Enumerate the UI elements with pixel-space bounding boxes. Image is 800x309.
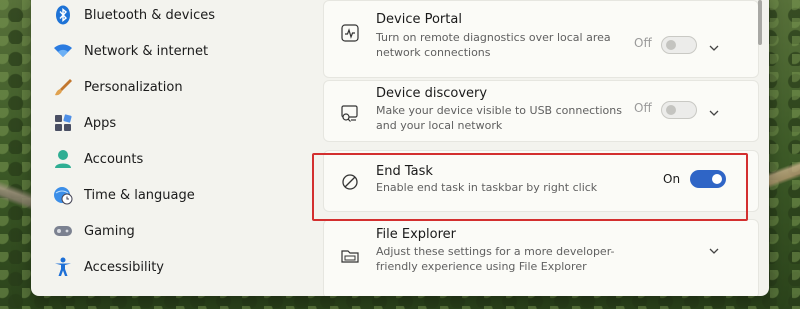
nav-item-personalization[interactable]: Personalization bbox=[48, 70, 318, 104]
setting-description: Enable end task in taskbar by right clic… bbox=[376, 181, 598, 194]
nav-item-label: Network & internet bbox=[84, 43, 209, 59]
device-portal-toggle[interactable] bbox=[661, 36, 697, 54]
nav-item-network-internet[interactable]: Network & internet bbox=[48, 34, 318, 68]
settings-window: Bluetooth & devices Network & internet P… bbox=[31, 0, 769, 296]
nav-item-label: Gaming bbox=[84, 223, 135, 239]
nav-item-apps[interactable]: Apps bbox=[48, 106, 318, 140]
nav-item-label: Bluetooth & devices bbox=[84, 7, 215, 23]
globe-clock-icon bbox=[52, 184, 74, 206]
settings-nav: Bluetooth & devices Network & internet P… bbox=[31, 0, 321, 296]
pulse-monitor-icon bbox=[340, 23, 362, 45]
nav-item-bluetooth-devices[interactable]: Bluetooth & devices bbox=[48, 0, 318, 32]
paintbrush-icon bbox=[52, 76, 74, 98]
setting-description: Make your device visible to USB connecti… bbox=[376, 104, 622, 132]
toggle-state-label: Off bbox=[634, 101, 652, 115]
setting-title: End Task bbox=[376, 164, 433, 179]
scrollbar-thumb[interactable] bbox=[758, 0, 762, 45]
nav-item-gaming[interactable]: Gaming bbox=[48, 214, 318, 248]
setting-title: File Explorer bbox=[376, 227, 457, 242]
person-icon bbox=[52, 148, 74, 170]
chevron-down-icon[interactable] bbox=[708, 39, 720, 51]
nav-item-label: Time & language bbox=[84, 187, 195, 203]
setting-card-device-portal[interactable]: Device Portal Turn on remote diagnostics… bbox=[323, 0, 759, 78]
setting-title: Device Portal bbox=[376, 12, 462, 27]
toggle-state-label: Off bbox=[634, 36, 652, 50]
chevron-down-icon[interactable] bbox=[708, 104, 720, 116]
setting-card-end-task[interactable]: End Task Enable end task in taskbar by r… bbox=[323, 150, 759, 212]
nav-item-accounts[interactable]: Accounts bbox=[48, 142, 318, 176]
setting-title: Device discovery bbox=[376, 86, 488, 101]
setting-description: Turn on remote diagnostics over local ar… bbox=[376, 31, 611, 59]
nav-item-label: Accessibility bbox=[84, 259, 164, 275]
setting-card-file-explorer[interactable]: File Explorer Adjust these settings for … bbox=[323, 219, 759, 296]
nav-item-label: Personalization bbox=[84, 79, 183, 95]
nav-item-time-language[interactable]: Time & language bbox=[48, 178, 318, 212]
device-discovery-toggle[interactable] bbox=[661, 101, 697, 119]
end-task-toggle[interactable] bbox=[690, 170, 726, 188]
folder-icon bbox=[340, 246, 362, 268]
nav-item-label: Accounts bbox=[84, 151, 144, 167]
setting-card-device-discovery[interactable]: Device discovery Make your device visibl… bbox=[323, 80, 759, 142]
nav-item-label: Apps bbox=[84, 115, 117, 131]
gamepad-icon bbox=[52, 220, 74, 242]
accessibility-icon bbox=[52, 256, 74, 278]
developer-settings-list: Device Portal Turn on remote diagnostics… bbox=[323, 0, 769, 296]
device-search-icon bbox=[340, 103, 362, 125]
toggle-state-label: On bbox=[663, 172, 681, 186]
prohibited-icon bbox=[340, 172, 362, 194]
nav-item-accessibility[interactable]: Accessibility bbox=[48, 250, 318, 284]
setting-description: Adjust these settings for a more develop… bbox=[376, 245, 615, 273]
bluetooth-icon bbox=[52, 4, 74, 26]
chevron-down-icon[interactable] bbox=[708, 242, 720, 254]
apps-icon bbox=[52, 112, 74, 134]
wifi-icon bbox=[52, 40, 74, 62]
